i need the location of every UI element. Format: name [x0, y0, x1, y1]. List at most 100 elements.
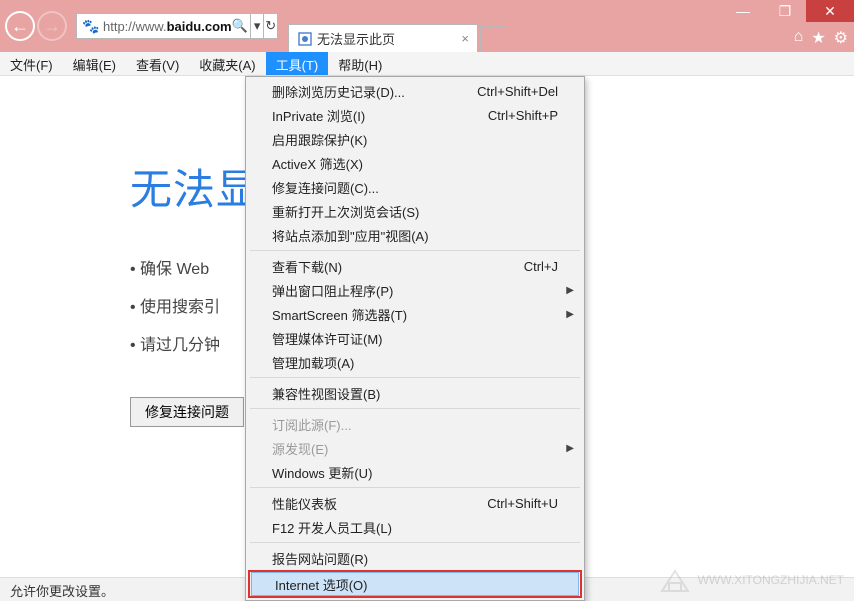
dd-label: SmartScreen 筛选器(T) — [272, 305, 407, 324]
tab-strip: 无法显示此页 × — [282, 0, 506, 52]
dd-delete-history[interactable]: 删除浏览历史记录(D)... Ctrl+Shift+Del — [248, 79, 582, 103]
dd-label: 弹出窗口阻止程序(P) — [272, 281, 393, 300]
dd-label: 启用跟踪保护(K) — [272, 130, 367, 149]
minimize-icon: — — [736, 3, 750, 19]
minimize-button[interactable]: — — [722, 0, 764, 22]
tab-title: 无法显示此页 — [317, 29, 395, 48]
favorites-icon[interactable]: ★ — [811, 28, 825, 48]
tab-close-button[interactable]: × — [457, 31, 473, 46]
error-page-icon — [298, 32, 312, 46]
menu-view[interactable]: 查看(V) — [126, 52, 189, 75]
close-icon: ✕ — [824, 3, 836, 20]
tab-active[interactable]: 无法显示此页 × — [288, 24, 478, 52]
dd-label: F12 开发人员工具(L) — [272, 518, 392, 537]
address-bar[interactable]: 🐾 http://www.baidu.com 🔍 — [76, 13, 251, 39]
dd-label: 重新打开上次浏览会话(S) — [272, 202, 419, 221]
dd-shortcut: Ctrl+J — [524, 259, 558, 274]
refresh-icon: ↻ — [265, 18, 276, 34]
dd-label: 源发现(E) — [272, 439, 328, 458]
watermark-logo-icon — [658, 565, 692, 595]
dd-subscribe-feed: 订阅此源(F)... — [248, 412, 582, 436]
menu-file[interactable]: 文件(F) — [0, 52, 63, 75]
dd-feed-discovery: 源发现(E) ▶ — [248, 436, 582, 460]
submenu-arrow-icon: ▶ — [566, 443, 574, 454]
dd-inprivate[interactable]: InPrivate 浏览(I) Ctrl+Shift+P — [248, 103, 582, 127]
dd-view-downloads[interactable]: 查看下载(N) Ctrl+J — [248, 254, 582, 278]
window-controls: — ❐ ✕ — [722, 0, 854, 22]
arrow-right-icon: → — [43, 16, 61, 37]
menu-favorites[interactable]: 收藏夹(A) — [189, 52, 265, 75]
dd-tracking[interactable]: 启用跟踪保护(K) — [248, 127, 582, 151]
dd-smartscreen[interactable]: SmartScreen 筛选器(T) ▶ — [248, 302, 582, 326]
menu-edit[interactable]: 编辑(E) — [63, 52, 126, 75]
nav-buttons: ← → — [0, 0, 72, 52]
dd-shortcut: Ctrl+Shift+P — [488, 108, 558, 123]
dd-performance[interactable]: 性能仪表板 Ctrl+Shift+U — [248, 491, 582, 515]
maximize-button[interactable]: ❐ — [764, 0, 806, 22]
dd-f12-tools[interactable]: F12 开发人员工具(L) — [248, 515, 582, 539]
maximize-icon: ❐ — [779, 3, 792, 20]
annotation-highlight: Internet 选项(O) — [248, 570, 582, 598]
dd-compat-view[interactable]: 兼容性视图设置(B) — [248, 381, 582, 405]
dd-label: 删除浏览历史记录(D)... — [272, 82, 405, 101]
dd-separator — [250, 542, 580, 543]
dd-label: ActiveX 筛选(X) — [272, 154, 363, 173]
status-text: 允许你更改设置。 — [10, 584, 114, 599]
dd-label: 性能仪表板 — [272, 494, 337, 513]
menu-bar: 文件(F) 编辑(E) 查看(V) 收藏夹(A) 工具(T) 帮助(H) — [0, 52, 854, 76]
home-icon[interactable]: ⌂ — [794, 28, 804, 48]
dd-addons[interactable]: 管理加载项(A) — [248, 350, 582, 374]
search-icon[interactable]: 🔍 — [232, 18, 248, 34]
url-domain: baidu.com — [167, 19, 232, 34]
dd-popup-blocker[interactable]: 弹出窗口阻止程序(P) ▶ — [248, 278, 582, 302]
tab-favicon — [297, 31, 313, 47]
url-dropdown-button[interactable]: ▾ — [251, 13, 265, 39]
menu-help[interactable]: 帮助(H) — [328, 52, 392, 75]
fix-connection-button[interactable]: 修复连接问题 — [130, 397, 244, 427]
submenu-arrow-icon: ▶ — [566, 309, 574, 320]
tools-dropdown: 删除浏览历史记录(D)... Ctrl+Shift+Del InPrivate 浏… — [245, 76, 585, 601]
close-button[interactable]: ✕ — [806, 0, 854, 22]
title-bar: ← → 🐾 http://www.baidu.com 🔍 ▾ ↻ 无法显示此页 … — [0, 0, 854, 52]
refresh-button[interactable]: ↻ — [264, 13, 278, 39]
new-tab-button[interactable] — [480, 26, 506, 52]
site-favicon: 🐾 — [83, 18, 99, 34]
dd-label: 订阅此源(F)... — [272, 415, 351, 434]
dd-label: 管理加载项(A) — [272, 353, 354, 372]
dd-activex[interactable]: ActiveX 筛选(X) — [248, 151, 582, 175]
dd-label: InPrivate 浏览(I) — [272, 106, 365, 125]
dd-label: 查看下载(N) — [272, 257, 342, 276]
dd-label: Windows 更新(U) — [272, 463, 372, 482]
dd-label: 修复连接问题(C)... — [272, 178, 379, 197]
dd-internet-options[interactable]: Internet 选项(O) — [251, 572, 579, 596]
dd-label: 将站点添加到"应用"视图(A) — [272, 226, 429, 245]
dd-shortcut: Ctrl+Shift+U — [487, 496, 558, 511]
dd-separator — [250, 377, 580, 378]
menu-tools[interactable]: 工具(T) — [266, 52, 329, 75]
watermark-text: WWW.XITONGZHIJIA.NET — [698, 573, 844, 587]
dd-add-to-app[interactable]: 将站点添加到"应用"视图(A) — [248, 223, 582, 247]
arrow-left-icon: ← — [11, 16, 29, 37]
dd-fix-connection[interactable]: 修复连接问题(C)... — [248, 175, 582, 199]
dd-separator — [250, 487, 580, 488]
command-bar: ⌂ ★ ⚙ — [794, 28, 848, 48]
dd-report-site[interactable]: 报告网站问题(R) — [248, 546, 582, 570]
watermark: WWW.XITONGZHIJIA.NET — [658, 565, 844, 595]
gear-icon[interactable]: ⚙ — [834, 28, 848, 48]
submenu-arrow-icon: ▶ — [566, 285, 574, 296]
chevron-down-icon: ▾ — [254, 18, 261, 34]
dd-windows-update[interactable]: Windows 更新(U) — [248, 460, 582, 484]
dd-label: Internet 选项(O) — [275, 575, 367, 594]
dd-separator — [250, 408, 580, 409]
dd-label: 管理媒体许可证(M) — [272, 329, 383, 348]
back-button[interactable]: ← — [5, 11, 35, 41]
dd-reopen-session[interactable]: 重新打开上次浏览会话(S) — [248, 199, 582, 223]
paw-icon: 🐾 — [82, 18, 99, 35]
dd-media-license[interactable]: 管理媒体许可证(M) — [248, 326, 582, 350]
dd-shortcut: Ctrl+Shift+Del — [477, 84, 558, 99]
dd-separator — [250, 250, 580, 251]
dd-label: 兼容性视图设置(B) — [272, 384, 380, 403]
forward-button: → — [37, 11, 67, 41]
address-wrap: 🐾 http://www.baidu.com 🔍 ▾ ↻ — [72, 0, 282, 52]
url-prefix: http://www. — [103, 19, 167, 34]
